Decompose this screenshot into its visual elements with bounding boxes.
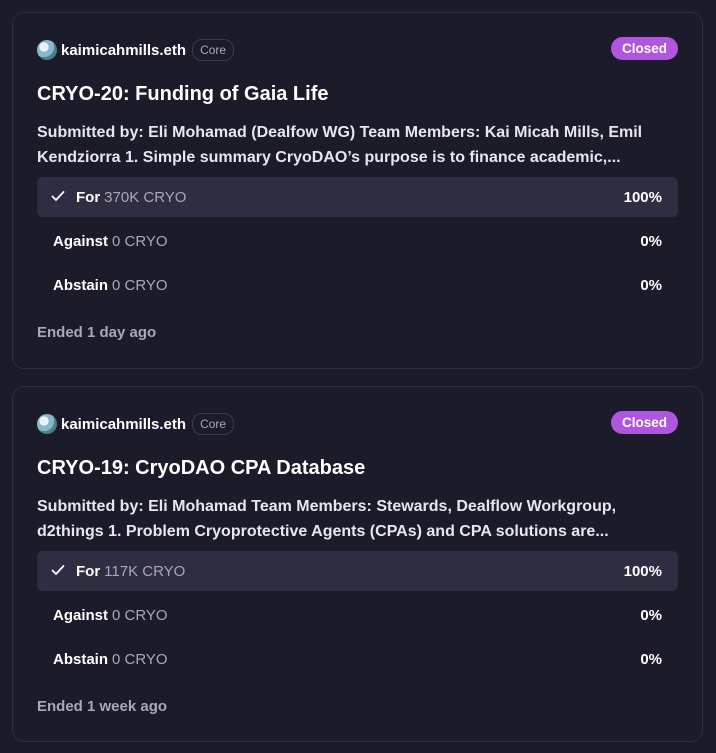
core-badge: Core: [192, 39, 235, 61]
vote-results: For 117K CRYO 100% Against 0 CRYO 0% Absta…: [37, 551, 678, 683]
proposal-title[interactable]: CRYO-19: CryoDAO CPA Database: [37, 457, 365, 480]
vote-results: For 370K CRYO 100% Against 0 CRYO 0% Absta…: [37, 177, 678, 309]
proposal-card[interactable]: kaimicahmills.eth Core Closed CRYO-20: F…: [12, 12, 703, 369]
choice-label: Abstain 0 CRYO: [53, 276, 168, 294]
choice-label: Abstain 0 CRYO: [53, 650, 168, 668]
vote-choice-for: For 117K CRYO 100%: [37, 551, 678, 591]
author-name[interactable]: kaimicahmills.eth: [61, 42, 186, 59]
choice-amount: 0 CRYO: [112, 232, 168, 250]
proposal-author[interactable]: kaimicahmills.eth Core: [37, 412, 235, 436]
choice-label: Against 0 CRYO: [53, 606, 168, 624]
ended-time: Ended 1 day ago: [37, 324, 157, 341]
choice-amount: 370K CRYO: [104, 188, 187, 206]
vote-choice-against: Against 0 CRYO 0%: [37, 221, 678, 261]
author-name[interactable]: kaimicahmills.eth: [61, 416, 186, 433]
proposal-card[interactable]: kaimicahmills.eth Core Closed CRYO-19: C…: [12, 386, 703, 742]
vote-choice-for: For 370K CRYO 100%: [37, 177, 678, 217]
proposal-summary: Submitted by: Eli Mohamad (Dealfow WG) T…: [37, 124, 643, 166]
choice-label: Against 0 CRYO: [53, 232, 168, 250]
proposal-author[interactable]: kaimicahmills.eth Core: [37, 38, 235, 62]
vote-choice-against: Against 0 CRYO 0%: [37, 595, 678, 635]
avatar: [37, 40, 57, 60]
choice-percent: 0%: [640, 232, 662, 250]
choice-percent: 0%: [640, 650, 662, 668]
choice-percent: 0%: [640, 606, 662, 624]
choice-amount: 0 CRYO: [112, 276, 168, 294]
choice-label: For 117K CRYO: [76, 562, 186, 580]
checkmark-icon: [51, 191, 65, 201]
checkmark-icon: [51, 565, 65, 575]
vote-choice-abstain: Abstain 0 CRYO 0%: [37, 265, 678, 305]
proposal-summary: Submitted by: Eli Mohamad Team Members: …: [37, 498, 617, 540]
status-badge: Closed: [610, 37, 678, 60]
core-badge: Core: [192, 413, 235, 435]
avatar: [37, 414, 57, 434]
status-badge: Closed: [610, 411, 678, 434]
choice-amount: 0 CRYO: [112, 606, 168, 624]
vote-choice-abstain: Abstain 0 CRYO 0%: [37, 639, 678, 679]
choice-amount: 117K CRYO: [104, 562, 186, 580]
choice-amount: 0 CRYO: [112, 650, 168, 668]
proposal-title[interactable]: CRYO-20: Funding of Gaia Life: [37, 83, 328, 106]
ended-time: Ended 1 week ago: [37, 698, 168, 715]
choice-label: For 370K CRYO: [76, 188, 187, 206]
choice-percent: 100%: [623, 562, 662, 580]
choice-percent: 100%: [623, 188, 662, 206]
choice-percent: 0%: [640, 276, 662, 294]
